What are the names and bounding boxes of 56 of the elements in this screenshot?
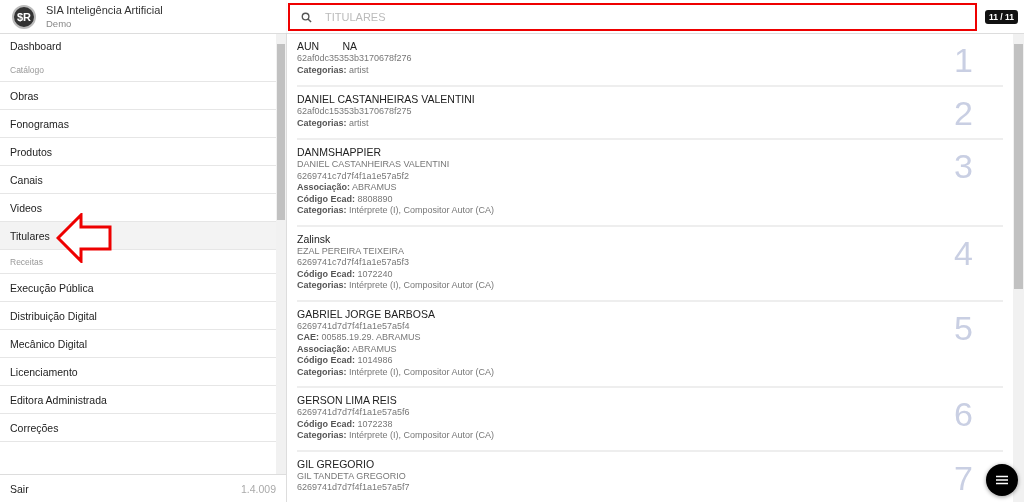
result-detail: 62af0dc35353b3170678f276 [297, 53, 413, 65]
result-detail: Código Ecad: 1072240 [297, 268, 394, 280]
app-logo: $R [12, 4, 36, 29]
result-detail: Código Ecad: 1014986 [297, 355, 394, 367]
sidebar-item[interactable]: Editora Administrada [10, 393, 107, 406]
sidebar-item[interactable]: Canais [10, 173, 43, 186]
result-detail: Código Ecad: 8808890 [297, 193, 394, 205]
result-detail: Associação: ABRAMUS [297, 182, 398, 194]
result-detail: 6269741c7d7f4f1a1e57a5f3 [297, 257, 411, 269]
result-name: GERSON LIMA REIS [297, 393, 398, 407]
result-name: GABRIEL JORGE BARBOSA [297, 306, 436, 321]
result-detail: 62af0dc15353b3170678f275 [297, 106, 413, 118]
result-counter: 11 / 11 [984, 9, 1018, 24]
app-subtitle: Demo [46, 18, 73, 29]
result-name: DANIEL CASTANHEIRAS VALENTINI [297, 92, 476, 106]
app-title: SIA Inteligência Artificial [46, 4, 163, 16]
scrollbar[interactable] [276, 34, 286, 474]
sidebar-item[interactable]: Titulares [10, 229, 50, 242]
result-detail: DANIEL CASTANHEIRAS VALENTINI [297, 159, 451, 171]
search-field[interactable]: TITULARES [288, 2, 977, 31]
sidebar-item[interactable]: Dashboard [10, 40, 62, 52]
result-detail: Categorias: Intérprete (I), Compositor Autor (CA) [297, 205, 496, 217]
sidebar-item[interactable]: Correções [10, 421, 59, 434]
result-name: AUN NA [297, 39, 359, 53]
result-detail: 6269741c7d7f4f1a1e57a5f2 [297, 170, 411, 182]
result-detail: 6269741d7d7f4f1a1e57a5f6 [297, 407, 411, 419]
result-detail: 6269741d7d7f4f1a1e57a5f4 [297, 320, 411, 332]
version-label: 1.4.009 [240, 482, 276, 495]
result-detail: Categorias: Intérprete (I), Compositor Autor (CA) [297, 280, 496, 292]
result-detail: Categorias: artist [297, 64, 370, 76]
sidebar-item[interactable]: Distribuição Digital [10, 309, 97, 322]
sidebar-item[interactable]: Mecânico Digital [10, 337, 88, 350]
sidebar-item[interactable]: Videos [10, 201, 42, 214]
scrollbar[interactable] [1013, 34, 1024, 502]
menu-icon [996, 475, 1008, 485]
result-detail: 6269741d7d7f4f1a1e57a5f7 [297, 482, 411, 494]
result-detail: Associação: ABRAMUS [297, 343, 398, 355]
sidebar-item[interactable]: Produtos [10, 145, 53, 158]
sidebar-section-header: Catálogo [0, 58, 276, 82]
result-name: GIL GREGORIO [297, 456, 376, 471]
result-detail: CAE: 00585.19.29. ABRAMUS [297, 332, 422, 344]
result-detail: GIL TANDETA GREGORIO [297, 470, 407, 482]
menu-button[interactable] [986, 464, 1018, 496]
result-detail: Categorias: Intérprete (I), Compositor Autor (CA) [297, 430, 496, 442]
result-detail: Categorias: artist [297, 117, 370, 129]
sidebar-item[interactable]: Execução Pública [10, 281, 94, 294]
logout-link[interactable]: Sair [10, 482, 29, 495]
result-detail: Categorias: Intérprete (I), Compositor Autor (CA) [297, 366, 496, 378]
result-detail: Código Ecad: 1072238 [297, 418, 394, 430]
sidebar-item[interactable]: Obras [10, 89, 39, 102]
result-name: Zalinsk [297, 231, 332, 246]
result-detail: EZAL PEREIRA TEIXEIRA [297, 245, 406, 257]
sidebar-item[interactable]: Licenciamento [10, 365, 78, 378]
result-name: DANMSHAPPIER [297, 145, 382, 159]
search-icon [301, 11, 312, 23]
sidebar-item[interactable]: Fonogramas [10, 117, 69, 130]
